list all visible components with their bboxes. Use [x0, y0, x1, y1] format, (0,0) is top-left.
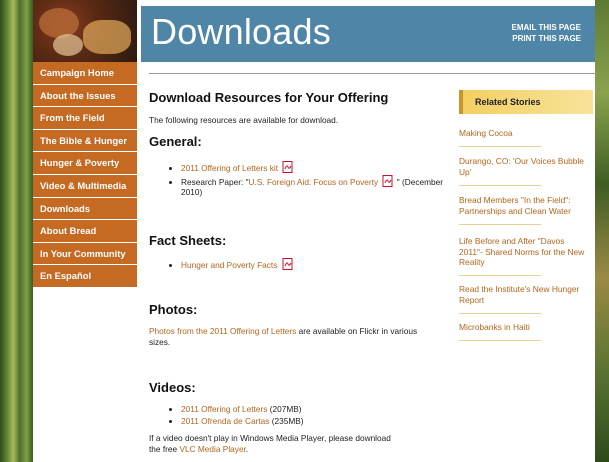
header-links: EMAIL THIS PAGE PRINT THIS PAGE — [512, 22, 582, 44]
sidebar-item-hunger-poverty[interactable]: Hunger & Poverty — [33, 152, 137, 175]
story-microbanks[interactable]: Microbanks in Haiti — [459, 322, 589, 333]
offering-kit-link[interactable]: 2011 Offering of Letters kit — [181, 163, 278, 173]
story-hunger-report[interactable]: Read the Institute's New Hunger Report — [459, 284, 589, 305]
sidebar-item-about-the-issues[interactable]: About the Issues — [33, 84, 137, 108]
photos-text: Photos from the 2011 Offering of Letters… — [149, 326, 421, 347]
hunger-poverty-facts-link[interactable]: Hunger and Poverty Facts — [181, 260, 277, 270]
story-making-cocoa[interactable]: Making Cocoa — [459, 128, 589, 139]
section-photos: Photos: Photos from the 2011 Offering of… — [149, 302, 449, 347]
section-fact-sheets: Fact Sheets: Hunger and Poverty Facts — [149, 233, 449, 272]
section-title-fact-sheets: Fact Sheets: — [149, 233, 227, 248]
sidebar: Campaign Home About the Issues From the … — [33, 0, 137, 462]
header-divider — [149, 73, 597, 74]
video-size: (207MB) — [267, 404, 302, 414]
list-item: 2011 Ofrenda de Cartas (235MB) — [181, 416, 449, 427]
pdf-icon[interactable] — [382, 174, 394, 187]
story-divider — [459, 185, 541, 186]
list-item: 2011 Offering of Letters kit — [181, 161, 449, 174]
video-ofrenda-cartas-link[interactable]: 2011 Ofrenda de Cartas — [181, 416, 269, 426]
related-stories: Related Stories Making Cocoa Durango, CO… — [459, 90, 593, 341]
video-offering-letters-link[interactable]: 2011 Offering of Letters — [181, 404, 267, 414]
sidebar-item-downloads[interactable]: Downloads — [33, 197, 137, 221]
print-page-link[interactable]: PRINT THIS PAGE — [512, 33, 581, 44]
list-item: Research Paper: "U.S. Foreign Aid: Focus… — [181, 174, 449, 198]
main-content: Download Resources for Your Offering The… — [149, 90, 449, 454]
email-page-link[interactable]: EMAIL THIS PAGE — [512, 22, 582, 33]
background-foliage-left — [0, 0, 33, 462]
flickr-photos-link[interactable]: Photos from the 2011 Offering of Letters — [149, 326, 296, 336]
story-divider — [459, 340, 541, 341]
page-frame: Campaign Home About the Issues From the … — [33, 0, 597, 462]
section-title-photos: Photos: — [149, 302, 198, 317]
list-item: Hunger and Poverty Facts — [181, 258, 449, 271]
story-bread-members[interactable]: Bread Members "In the Field": Partnershi… — [459, 195, 589, 216]
story-davos[interactable]: Life Before and After "Davos 2011"- Shar… — [459, 236, 589, 268]
sidebar-item-campaign-home[interactable]: Campaign Home — [33, 62, 137, 85]
foreign-aid-link[interactable]: U.S. Foreign Aid: Focus on Poverty — [249, 177, 379, 187]
story-durango[interactable]: Durango, CO: 'Our Voices Bubble Up' — [459, 156, 589, 177]
related-stories-header: Related Stories — [459, 90, 593, 114]
page-title: Downloads — [151, 11, 331, 52]
sidebar-item-video-multimedia[interactable]: Video & Multimedia — [33, 174, 137, 198]
sidebar-item-in-your-community[interactable]: In Your Community — [33, 242, 137, 266]
sidebar-item-en-espanol[interactable]: En Español — [33, 265, 137, 288]
story-divider — [459, 224, 541, 225]
sidebar-nav: Campaign Home About the Issues From the … — [33, 62, 137, 288]
sidebar-item-bible-hunger[interactable]: The Bible & Hunger — [33, 129, 137, 153]
related-stories-title: Related Stories — [475, 97, 541, 107]
section-videos: Videos: 2011 Offering of Letters (207MB)… — [149, 380, 449, 454]
story-divider — [459, 313, 541, 314]
main-heading: Download Resources for Your Offering — [149, 90, 389, 105]
list-item: 2011 Offering of Letters (207MB) — [181, 404, 449, 415]
page-header: Downloads EMAIL THIS PAGE PRINT THIS PAG… — [141, 6, 595, 62]
pdf-icon[interactable] — [282, 161, 294, 173]
intro-text: The following resources are available fo… — [149, 115, 339, 125]
research-paper-prefix: Research Paper: " — [181, 176, 249, 187]
video-note: If a video doesn't play in Windows Media… — [149, 433, 399, 454]
sidebar-item-from-the-field[interactable]: From the Field — [33, 107, 137, 130]
pdf-icon[interactable] — [282, 258, 294, 270]
story-divider — [459, 275, 541, 276]
section-title-general: General: — [149, 134, 202, 149]
section-title-videos: Videos: — [149, 380, 196, 395]
vlc-player-link[interactable]: VLC Media Player — [179, 444, 245, 454]
campaign-photo — [33, 0, 137, 62]
story-divider — [459, 146, 541, 147]
video-note-end: . — [245, 443, 249, 454]
sidebar-item-about-bread[interactable]: About Bread — [33, 220, 137, 243]
background-foliage-right — [595, 0, 609, 462]
section-general: General: 2011 Offering of Letters kit Re… — [149, 134, 449, 199]
video-size: (235MB) — [269, 415, 304, 426]
